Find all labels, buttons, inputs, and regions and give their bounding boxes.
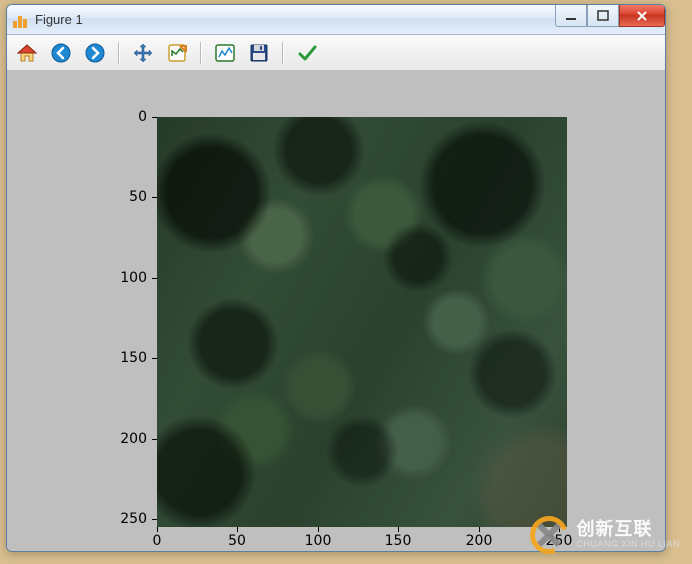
- toolbar: [7, 35, 665, 71]
- pan-icon: [132, 42, 154, 64]
- maximize-button[interactable]: [587, 5, 619, 27]
- home-icon: [16, 42, 38, 64]
- ytick-label: 50: [107, 189, 147, 205]
- save-button[interactable]: [245, 39, 273, 67]
- save-icon: [248, 42, 270, 64]
- close-button[interactable]: [619, 5, 665, 27]
- window-title: Figure 1: [35, 12, 83, 27]
- ytick-label: 100: [107, 270, 147, 286]
- separator: [197, 39, 205, 67]
- app-icon: [13, 12, 29, 28]
- separator: [115, 39, 123, 67]
- check-icon: [296, 42, 318, 64]
- minimize-button[interactable]: [555, 5, 587, 27]
- ytick-label: 200: [107, 431, 147, 447]
- watermark-logo-icon: [530, 516, 568, 554]
- axes[interactable]: 0 50 100 150 200 250 0 50 100 150 200 25…: [157, 117, 567, 527]
- watermark-text: 创新互联 CHUANG XIN HU LIAN: [576, 520, 680, 550]
- ytick-label: 150: [107, 350, 147, 366]
- ytick-label: 0: [107, 109, 147, 125]
- xtick-label: 150: [385, 533, 412, 549]
- window-buttons: [555, 5, 665, 27]
- subplots-button[interactable]: [211, 39, 239, 67]
- figure-window: Figure 1: [6, 4, 666, 552]
- back-icon: [50, 42, 72, 64]
- xtick-label: 100: [305, 533, 332, 549]
- back-button[interactable]: [47, 39, 75, 67]
- forward-icon: [84, 42, 106, 64]
- xtick-label: 50: [228, 533, 246, 549]
- xtick-label: 0: [153, 533, 162, 549]
- xtick-label: 200: [466, 533, 493, 549]
- watermark: 创新互联 CHUANG XIN HU LIAN: [530, 516, 680, 554]
- watermark-en: CHUANG XIN HU LIAN: [576, 540, 680, 550]
- zoom-button[interactable]: [163, 39, 191, 67]
- ytick-label: 250: [107, 511, 147, 527]
- titlebar[interactable]: Figure 1: [7, 5, 665, 35]
- image-plot: [157, 117, 567, 527]
- pan-button[interactable]: [129, 39, 157, 67]
- watermark-cn: 创新互联: [576, 520, 680, 540]
- figure-canvas[interactable]: 0 50 100 150 200 250 0 50 100 150 200 25…: [7, 71, 665, 551]
- plot-area: 0 50 100 150 200 250 0 50 100 150 200 25…: [13, 77, 659, 545]
- edit-button[interactable]: [293, 39, 321, 67]
- home-button[interactable]: [13, 39, 41, 67]
- separator: [279, 39, 287, 67]
- zoom-icon: [166, 42, 188, 64]
- forward-button[interactable]: [81, 39, 109, 67]
- subplots-icon: [214, 42, 236, 64]
